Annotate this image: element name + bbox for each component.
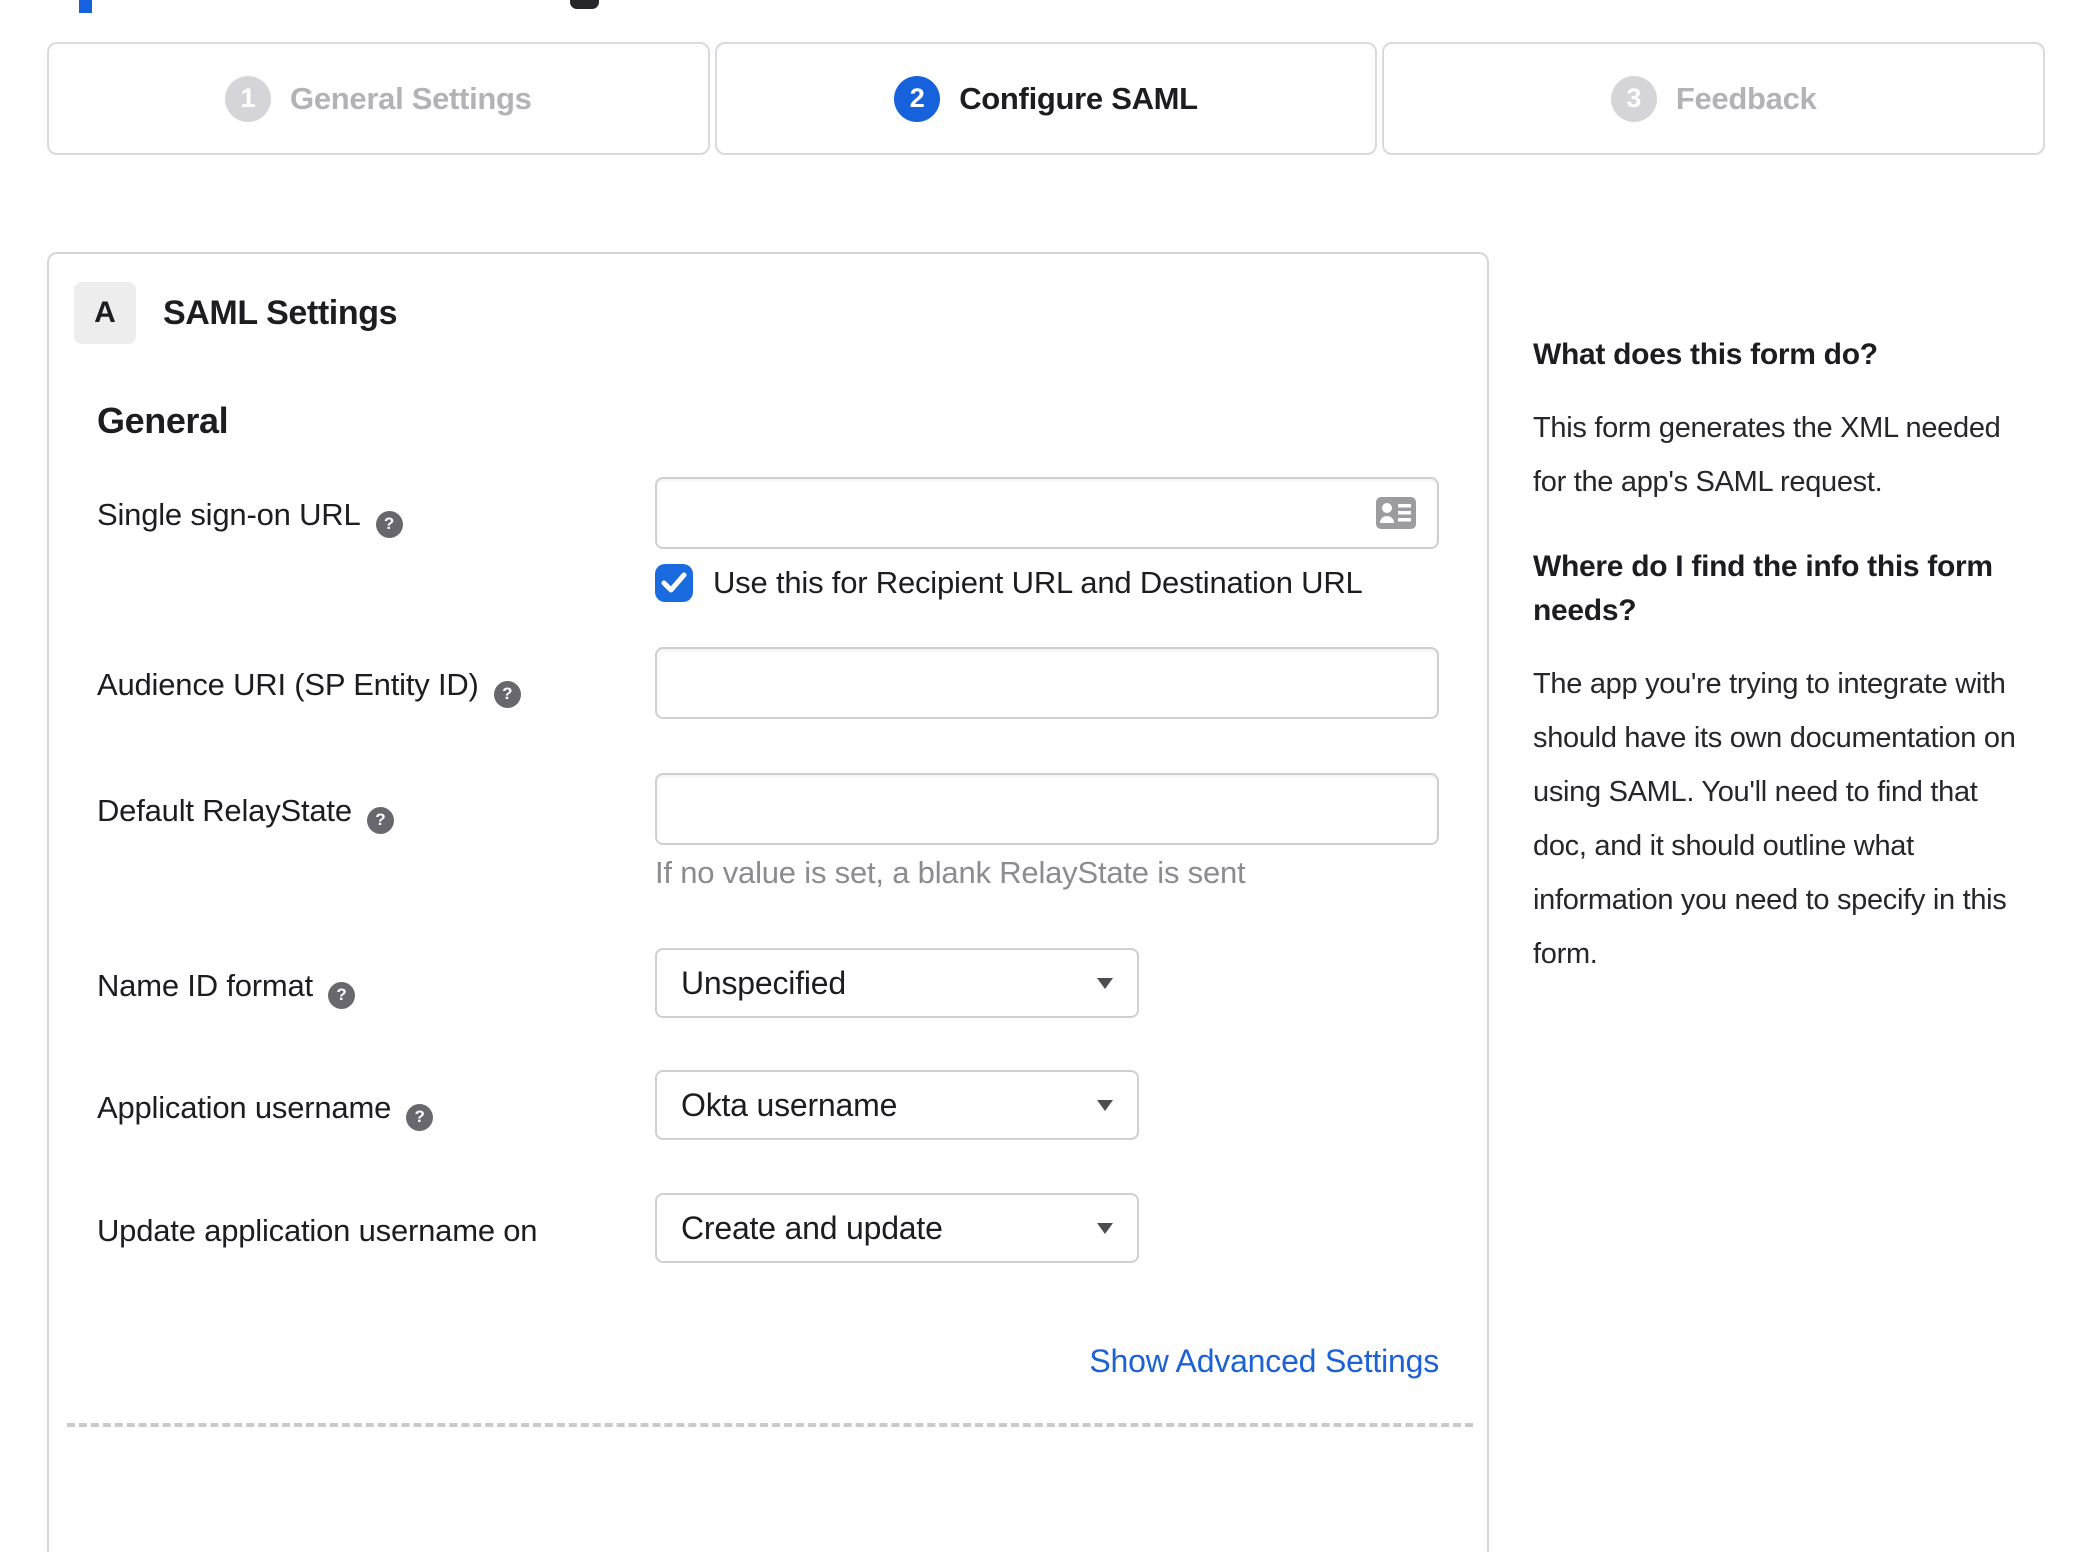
step-2-label: Configure SAML [959, 80, 1198, 116]
cutoff-logo-fragment [79, 0, 92, 13]
default-relaystate-label-text: Default RelayState [97, 793, 352, 828]
sso-url-label-text: Single sign-on URL [97, 497, 361, 532]
application-username-label: Application username? [97, 1070, 655, 1131]
help-icon[interactable]: ? [406, 1103, 434, 1131]
saml-settings-panel: A SAML Settings General Single sign-on U… [47, 252, 1489, 1552]
step-2-circle: 2 [894, 75, 941, 122]
sidebar-body-where: The app you're trying to integrate with … [1533, 668, 2016, 970]
name-id-format-select[interactable]: Unspecified [655, 948, 1139, 1018]
update-app-username-value: Create and update [681, 1209, 943, 1246]
help-icon[interactable]: ? [375, 510, 403, 538]
name-id-format-label-text: Name ID format [97, 968, 313, 1003]
section-badge-a: A [74, 282, 136, 344]
help-icon[interactable]: ? [493, 680, 521, 708]
update-app-username-select[interactable]: Create and update [655, 1193, 1139, 1263]
recipient-url-checkbox-label[interactable]: Use this for Recipient URL and Destinati… [713, 565, 1363, 601]
recipient-url-checkbox[interactable] [655, 564, 693, 602]
application-username-label-text: Application username [97, 1090, 392, 1125]
step-1-circle: 1 [225, 75, 272, 122]
help-icon[interactable]: ? [327, 981, 355, 1009]
row-update-app-username: Update application username on Create an… [97, 1193, 1439, 1263]
audience-uri-label-text: Audience URI (SP Entity ID) [97, 667, 479, 702]
row-audience-uri: Audience URI (SP Entity ID)? [97, 647, 1439, 719]
cutoff-icon-fragment [570, 0, 599, 9]
row-default-relaystate: Default RelayState? If no value is set, … [97, 773, 1439, 891]
general-group-heading: General [97, 400, 229, 441]
show-advanced-settings-link[interactable]: Show Advanced Settings [1089, 1343, 1439, 1379]
section-title: SAML Settings [163, 293, 398, 332]
sidebar-body-what: This form generates the XML needed for t… [1533, 412, 2001, 498]
step-3-label: Feedback [1675, 80, 1817, 116]
step-general-settings[interactable]: 1 General Settings [47, 42, 710, 155]
chevron-down-icon [1097, 977, 1113, 989]
step-3-circle: 3 [1610, 75, 1657, 122]
chevron-down-icon [1097, 1099, 1113, 1111]
sso-url-label: Single sign-on URL? [97, 477, 655, 538]
relaystate-helper-text: If no value is set, a blank RelayState i… [655, 855, 1246, 890]
help-icon[interactable]: ? [366, 806, 394, 834]
contact-card-icon[interactable] [1375, 496, 1417, 530]
advanced-settings-row: Show Advanced Settings [97, 1343, 1439, 1380]
audience-uri-input[interactable] [655, 647, 1439, 719]
sidebar-heading-where: Where do I find the info this form needs… [1533, 550, 1993, 627]
application-username-value: Okta username [681, 1086, 898, 1123]
audience-uri-label: Audience URI (SP Entity ID)? [97, 647, 655, 708]
section-header: A SAML Settings [74, 282, 1487, 344]
application-username-select[interactable]: Okta username [655, 1070, 1139, 1140]
recipient-url-check-row: Use this for Recipient URL and Destinati… [655, 564, 1439, 602]
chevron-down-icon [1097, 1222, 1113, 1234]
default-relaystate-label: Default RelayState? [97, 773, 655, 834]
name-id-format-value: Unspecified [681, 964, 847, 1001]
step-1-label: General Settings [290, 80, 532, 116]
step-configure-saml[interactable]: 2 Configure SAML [714, 42, 1378, 155]
help-sidebar: What does this form do? This form genera… [1533, 333, 2073, 1017]
wizard-stepper: 1 General Settings 2 Configure SAML 3 Fe… [47, 42, 2046, 155]
row-single-sign-on-url: Single sign-on URL? Use this for Recipie… [97, 477, 1439, 602]
step-feedback[interactable]: 3 Feedback [1382, 42, 2046, 155]
row-application-username: Application username? Okta username [97, 1070, 1439, 1140]
update-app-username-label: Update application username on [97, 1193, 655, 1249]
sso-url-input[interactable] [655, 477, 1439, 549]
default-relaystate-input[interactable] [655, 773, 1439, 845]
name-id-format-label: Name ID format? [97, 948, 655, 1009]
checkmark-icon [661, 572, 687, 593]
section-dashed-divider [67, 1423, 1473, 1427]
update-app-username-label-text: Update application username on [97, 1213, 538, 1248]
row-name-id-format: Name ID format? Unspecified [97, 948, 1439, 1018]
sidebar-heading-what: What does this form do? [1533, 338, 1878, 371]
